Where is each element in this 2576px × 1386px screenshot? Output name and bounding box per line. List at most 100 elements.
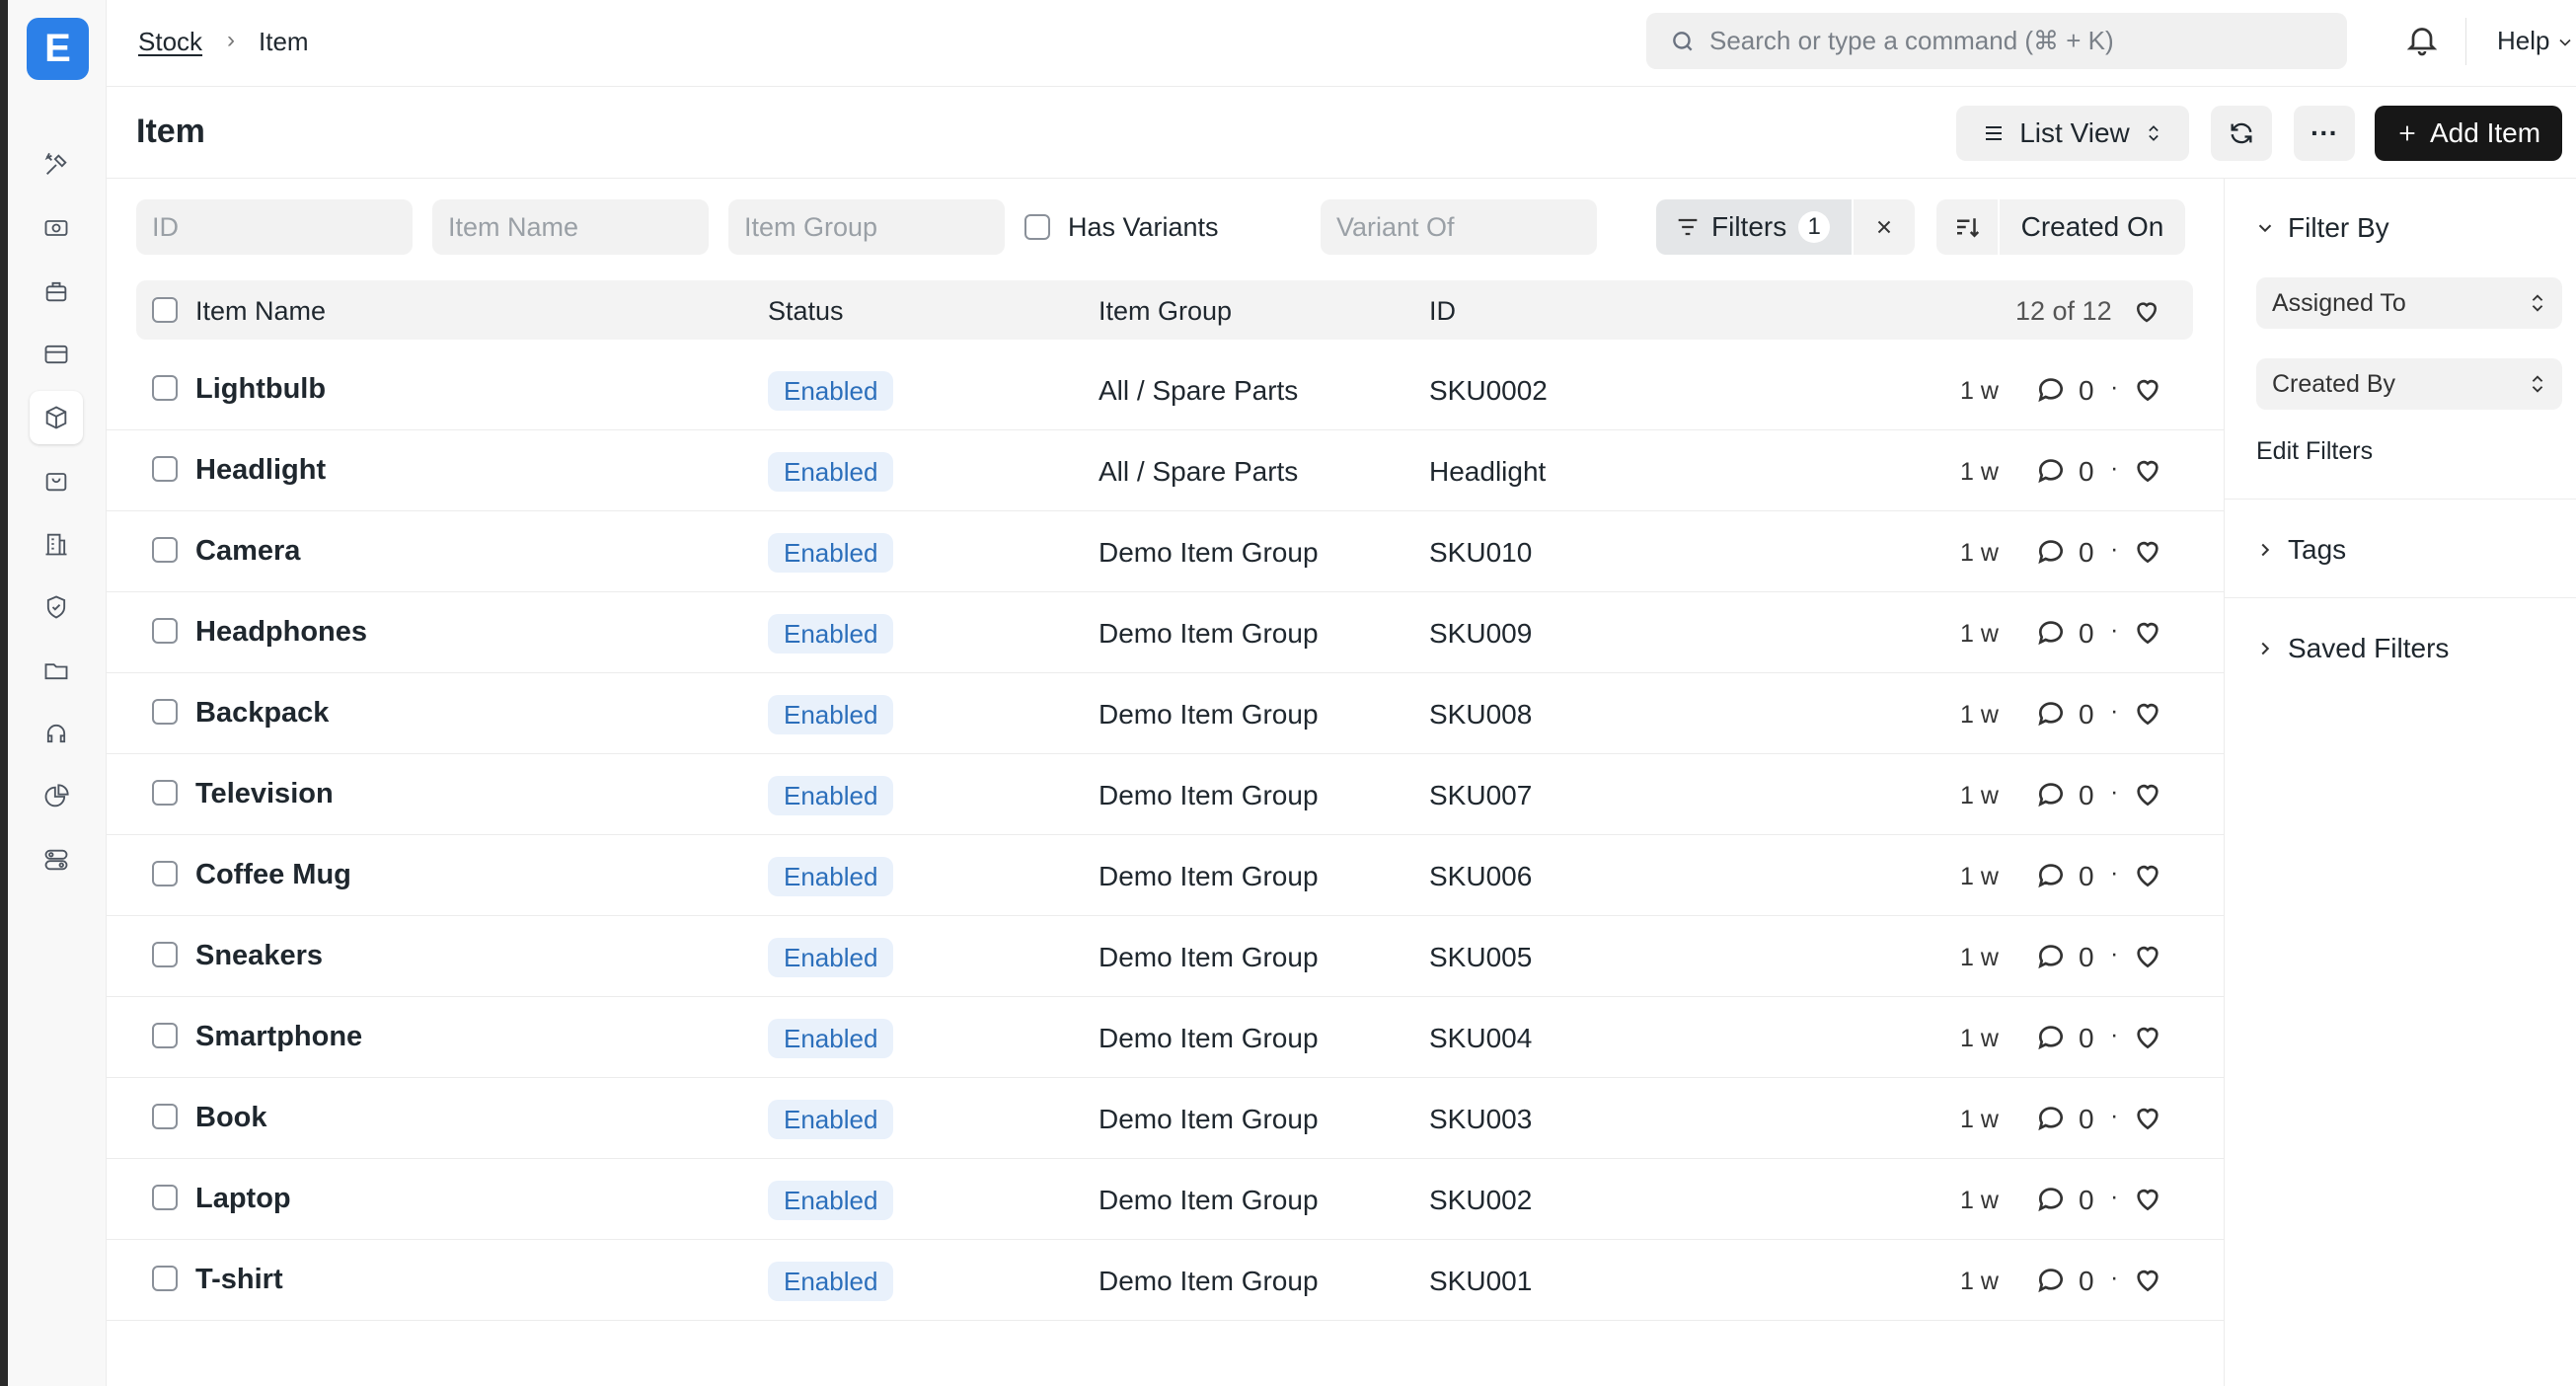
app-logo[interactable]: E	[27, 18, 89, 80]
table-row[interactable]: Lightbulb Enabled All / Spare Parts SKU0002…	[107, 349, 2224, 430]
tags-toggle[interactable]: Tags	[2254, 534, 2346, 566]
variant-of-filter-input[interactable]	[1321, 199, 1597, 255]
add-item-button[interactable]: Add Item	[2375, 106, 2562, 161]
filter-by-toggle[interactable]: Filter By	[2254, 212, 2389, 244]
table-row[interactable]: Headlight Enabled All / Spare Parts Headlig…	[107, 430, 2224, 511]
comment-icon[interactable]	[2035, 1102, 2067, 1133]
table-row[interactable]: Television Enabled Demo Item Group SKU007 1 …	[107, 754, 2224, 835]
heart-icon[interactable]	[2132, 1183, 2163, 1214]
money-icon[interactable]	[30, 201, 83, 255]
item-name-filter-input[interactable]	[432, 199, 709, 255]
item-group-filter-input[interactable]	[728, 199, 1005, 255]
heart-icon[interactable]	[2132, 296, 2161, 326]
has-variants-checkbox[interactable]	[1024, 214, 1050, 240]
sort-field-button[interactable]: Created On	[2000, 199, 2185, 255]
comment-icon[interactable]	[2035, 778, 2067, 809]
row-checkbox[interactable]	[152, 1185, 178, 1210]
table-row[interactable]: Book Enabled Demo Item Group SKU003 1 w 0 ·	[107, 1078, 2224, 1159]
pie-chart-icon[interactable]	[30, 770, 83, 823]
more-menu-button[interactable]: ···	[2294, 106, 2355, 161]
row-checkbox[interactable]	[152, 861, 178, 886]
item-name[interactable]: Television	[195, 778, 334, 810]
comment-icon[interactable]	[2035, 373, 2067, 405]
table-row[interactable]: Laptop Enabled Demo Item Group SKU002 1 w 0 ·	[107, 1159, 2224, 1240]
id-filter-input[interactable]	[136, 199, 413, 255]
shield-check-icon[interactable]	[30, 580, 83, 634]
assigned-to-select[interactable]: Assigned To	[2256, 277, 2562, 329]
card-icon[interactable]	[30, 328, 83, 381]
select-all-checkbox[interactable]	[152, 297, 178, 323]
comment-icon[interactable]	[2035, 940, 2067, 971]
comment-icon[interactable]	[2035, 454, 2067, 486]
item-name[interactable]: Book	[195, 1102, 267, 1134]
heart-icon[interactable]	[2132, 454, 2163, 486]
reload-button[interactable]	[2211, 106, 2272, 161]
row-checkbox[interactable]	[152, 375, 178, 401]
sort-order-button[interactable]	[1936, 199, 1998, 255]
list-view-switcher[interactable]: List View	[1956, 106, 2189, 161]
created-by-select[interactable]: Created By	[2256, 358, 2562, 410]
table-row[interactable]: Backpack Enabled Demo Item Group SKU008 1 w 0…	[107, 673, 2224, 754]
item-name[interactable]: Backpack	[195, 697, 329, 730]
heart-icon[interactable]	[2132, 859, 2163, 890]
building-icon[interactable]	[30, 517, 83, 571]
shopping-bag-icon[interactable]	[30, 454, 83, 507]
column-header-item-name[interactable]: Item Name	[195, 296, 326, 327]
item-name[interactable]: Smartphone	[195, 1021, 362, 1053]
item-name[interactable]: Headphones	[195, 616, 367, 649]
clear-filters-button[interactable]	[1854, 199, 1915, 255]
row-checkbox[interactable]	[152, 942, 178, 967]
comment-icon[interactable]	[2035, 1264, 2067, 1295]
comment-icon[interactable]	[2035, 616, 2067, 648]
heart-icon[interactable]	[2132, 373, 2163, 405]
heart-icon[interactable]	[2132, 616, 2163, 648]
search-bar[interactable]	[1646, 13, 2347, 69]
heart-icon[interactable]	[2132, 940, 2163, 971]
saved-filters-toggle[interactable]: Saved Filters	[2254, 633, 2449, 664]
heart-icon[interactable]	[2132, 1021, 2163, 1052]
filters-button[interactable]: Filters 1	[1656, 199, 1852, 255]
row-checkbox[interactable]	[152, 1023, 178, 1048]
item-name[interactable]: Headlight	[195, 454, 326, 487]
heart-icon[interactable]	[2132, 778, 2163, 809]
item-name[interactable]: Camera	[195, 535, 300, 568]
row-checkbox[interactable]	[152, 699, 178, 725]
item-name[interactable]: Coffee Mug	[195, 859, 351, 891]
row-checkbox[interactable]	[152, 537, 178, 563]
comment-icon[interactable]	[2035, 859, 2067, 890]
row-checkbox[interactable]	[152, 1266, 178, 1291]
item-name[interactable]: T-shirt	[195, 1264, 283, 1296]
table-row[interactable]: Coffee Mug Enabled Demo Item Group SKU006 1 …	[107, 835, 2224, 916]
item-name[interactable]: Lightbulb	[195, 373, 326, 406]
box-icon[interactable]	[30, 391, 83, 444]
item-name[interactable]: Laptop	[195, 1183, 291, 1215]
heart-icon[interactable]	[2132, 1264, 2163, 1295]
help-menu[interactable]: Help	[2497, 26, 2575, 56]
edit-filters-link[interactable]: Edit Filters	[2256, 437, 2373, 466]
comment-icon[interactable]	[2035, 1021, 2067, 1052]
comment-icon[interactable]	[2035, 1183, 2067, 1214]
headset-icon[interactable]	[30, 707, 83, 760]
comment-icon[interactable]	[2035, 535, 2067, 567]
tools-icon[interactable]	[30, 138, 83, 192]
row-checkbox[interactable]	[152, 1104, 178, 1129]
table-row[interactable]: Headphones Enabled Demo Item Group SKU009 1 …	[107, 592, 2224, 673]
table-row[interactable]: Smartphone Enabled Demo Item Group SKU004 1 …	[107, 997, 2224, 1078]
item-name[interactable]: Sneakers	[195, 940, 323, 972]
briefcase-icon[interactable]	[30, 265, 83, 318]
column-header-status[interactable]: Status	[768, 296, 844, 327]
search-input[interactable]	[1709, 23, 2321, 58]
heart-icon[interactable]	[2132, 697, 2163, 729]
table-row[interactable]: T-shirt Enabled Demo Item Group SKU001 1 w 0 ·	[107, 1240, 2224, 1321]
column-header-item-group[interactable]: Item Group	[1099, 296, 1232, 327]
column-header-id[interactable]: ID	[1429, 296, 1456, 327]
row-checkbox[interactable]	[152, 780, 178, 806]
folder-icon[interactable]	[30, 644, 83, 697]
heart-icon[interactable]	[2132, 535, 2163, 567]
heart-icon[interactable]	[2132, 1102, 2163, 1133]
breadcrumb-stock[interactable]: Stock	[138, 27, 202, 57]
comment-icon[interactable]	[2035, 697, 2067, 729]
table-row[interactable]: Camera Enabled Demo Item Group SKU010 1 w 0 ·	[107, 511, 2224, 592]
bell-icon[interactable]	[2404, 22, 2444, 61]
row-checkbox[interactable]	[152, 618, 178, 644]
